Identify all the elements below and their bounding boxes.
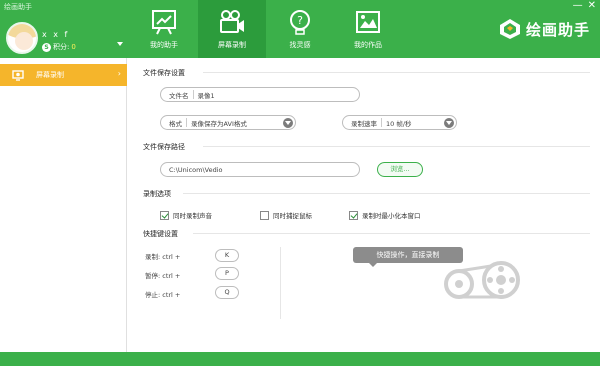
tab-my-assistant[interactable]: 我的助手	[130, 0, 198, 58]
filename-value: 录像1	[197, 91, 215, 100]
divider	[203, 146, 590, 147]
vertical-divider	[280, 247, 281, 319]
main-panel: 文件保存设置 文件名 录像1 格式 录像保存为AVI格式 录制速率 10 帧/秒…	[127, 58, 600, 352]
divider	[193, 233, 590, 234]
section-title-hotkeys: 快捷键设置	[143, 230, 178, 238]
header-bar: 绘画助手 — ✕ x x f S 积分: 0 我的助手 屏幕录制 ? 找灵感 我…	[0, 0, 600, 58]
app-window: 绘画助手 — ✕ x x f S 积分: 0 我的助手 屏幕录制 ? 找灵感 我…	[0, 0, 600, 366]
level-badge: S	[42, 42, 51, 52]
lightbulb-icon: ?	[290, 10, 310, 35]
checkbox[interactable]	[260, 210, 269, 220]
format-value: 录像保存为AVI格式	[191, 119, 247, 128]
brand-logo-icon	[499, 19, 520, 39]
window-controls: — ✕	[573, 0, 596, 11]
rate-value: 10 帧/秒	[386, 119, 412, 128]
hotkey-record-key[interactable]: K	[215, 249, 239, 262]
rate-label: 录制速率	[351, 119, 377, 128]
format-label: 格式	[169, 119, 182, 128]
user-points: S 积分: 0	[42, 42, 76, 52]
picture-frame-icon	[356, 11, 380, 33]
sidebar: 屏幕录制 ›	[0, 58, 127, 352]
divider	[183, 193, 590, 194]
svg-text:?: ?	[297, 14, 303, 27]
film-reel-icon	[444, 261, 520, 299]
filename-label: 文件名	[169, 91, 189, 100]
section-title-file-settings: 文件保存设置	[143, 69, 185, 77]
chevron-down-icon	[444, 118, 454, 128]
brand-name: 绘画助手	[525, 20, 590, 39]
brand: 绘画助手	[499, 18, 590, 40]
section-title-record-options: 录制选项	[143, 190, 171, 198]
close-button[interactable]: ✕	[588, 0, 596, 11]
option-label: 同时捕捉鼠标	[273, 212, 312, 220]
user-name: x x f	[42, 30, 70, 39]
checkbox[interactable]	[160, 210, 169, 220]
option-label: 同时录制声音	[173, 212, 212, 220]
hotkey-label-pause: 暂停: ctrl +	[145, 272, 181, 280]
divider	[203, 72, 590, 73]
tab-inspiration[interactable]: ? 找灵感	[266, 0, 334, 58]
tab-label: 我的作品	[354, 41, 382, 49]
tab-label: 我的助手	[150, 41, 178, 49]
option-label: 录制时最小化本窗口	[362, 212, 421, 220]
path-value: C:\Unicom\Vedio	[169, 165, 223, 174]
avatar[interactable]	[6, 22, 38, 54]
format-select[interactable]: 格式 录像保存为AVI格式	[160, 115, 296, 130]
hotkey-stop-key[interactable]: Q	[215, 286, 239, 299]
video-camera-icon	[220, 10, 244, 33]
checkbox[interactable]	[349, 210, 358, 220]
points-value: 0	[71, 43, 76, 51]
user-menu-dropdown-icon[interactable]	[117, 42, 123, 46]
screen-record-icon	[12, 70, 24, 81]
easel-icon	[152, 10, 176, 35]
sidebar-item-screen-record[interactable]: 屏幕录制 ›	[0, 64, 127, 86]
hotkey-label-record: 录制: ctrl +	[145, 253, 181, 261]
tab-label: 屏幕录制	[218, 41, 246, 49]
sidebar-item-label: 屏幕录制	[36, 71, 64, 79]
nav-tabs: 我的助手 屏幕录制 ? 找灵感 我的作品	[130, 0, 402, 58]
filename-field[interactable]: 文件名 录像1	[160, 87, 360, 102]
rate-select[interactable]: 录制速率 10 帧/秒	[342, 115, 457, 130]
hotkey-pause-key[interactable]: P	[215, 267, 239, 280]
chevron-down-icon	[283, 118, 293, 128]
tab-label: 找灵感	[289, 41, 311, 49]
bottom-bar	[0, 352, 600, 366]
tab-screen-record[interactable]: 屏幕录制	[198, 0, 266, 58]
minimize-button[interactable]: —	[573, 0, 583, 11]
points-label: 积分:	[53, 43, 70, 51]
tab-my-works[interactable]: 我的作品	[334, 0, 402, 58]
option-minimize-window[interactable]: 录制时最小化本窗口	[349, 210, 421, 220]
section-title-file-path: 文件保存路径	[143, 143, 185, 151]
chevron-right-icon: ›	[117, 69, 121, 78]
window-title: 绘画助手	[4, 3, 32, 11]
option-capture-mouse[interactable]: 同时捕捉鼠标	[260, 210, 312, 220]
option-record-sound[interactable]: 同时录制声音	[160, 210, 212, 220]
hotkey-label-stop: 停止: ctrl +	[145, 291, 181, 299]
browse-button[interactable]: 浏览...	[377, 162, 423, 177]
path-input[interactable]: C:\Unicom\Vedio	[160, 162, 360, 177]
